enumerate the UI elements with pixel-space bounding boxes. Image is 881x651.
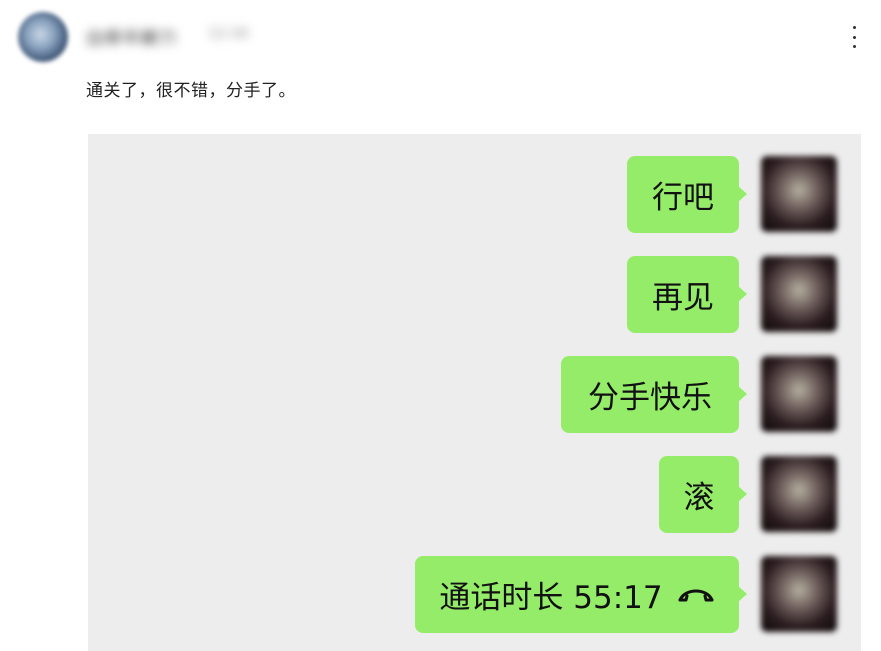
message-text: 通话时长 55:17 [439, 580, 663, 616]
post-header: 白昼手握刀 12:34 [18, 12, 863, 62]
sender-avatar [761, 256, 837, 332]
message-bubble: 分手快乐 [561, 356, 747, 433]
post-time: 12:34 [208, 26, 249, 42]
chat-screenshot-image[interactable]: 行吧 再见 分手快乐 滚 通话时长 55:17 [88, 134, 861, 651]
message-text: 滚 [683, 480, 715, 516]
message-bubble: 再见 [627, 256, 747, 333]
message-bubble: 滚 [659, 456, 747, 533]
hang-up-phone-icon [677, 585, 715, 605]
chat-message: 分手快乐 [88, 356, 861, 434]
chat-message: 通话时长 55:17 [88, 556, 861, 634]
call-duration-bubble: 通话时长 55:17 [415, 556, 747, 633]
chat-message: 再见 [88, 256, 861, 334]
chat-message: 滚 [88, 456, 861, 534]
avatar[interactable] [18, 12, 68, 62]
more-options-button[interactable] [845, 26, 863, 48]
message-bubble: 行吧 [627, 156, 747, 233]
sender-avatar [761, 456, 837, 532]
chat-message: 行吧 [88, 156, 861, 234]
sender-avatar [761, 156, 837, 232]
message-text: 行吧 [652, 180, 714, 216]
message-text: 分手快乐 [588, 380, 712, 416]
sender-avatar [761, 356, 837, 432]
more-dot-icon [852, 26, 856, 29]
username[interactable]: 白昼手握刀 [86, 25, 194, 45]
message-text: 再见 [652, 280, 714, 316]
more-dot-icon [852, 35, 856, 39]
sender-avatar [761, 556, 837, 632]
more-dot-icon [852, 45, 856, 48]
post-text: 通关了，很不错，分手了。 [86, 81, 296, 101]
